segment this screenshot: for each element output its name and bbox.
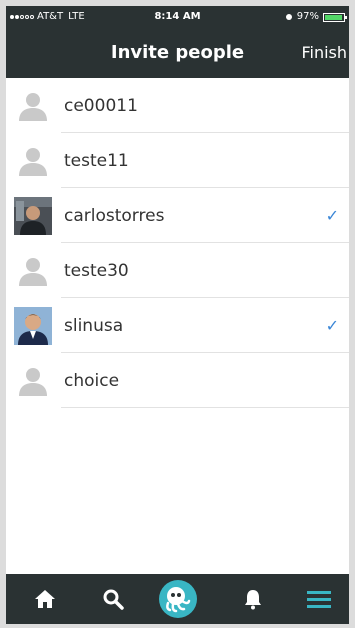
person-name: teste11 [64,150,129,171]
person-row[interactable]: carlostorres ✓ [6,188,349,243]
person-name: slinusa [64,315,124,336]
avatar-placeholder-icon [14,252,52,290]
avatar-photo [14,196,52,235]
home-icon [35,590,55,608]
avatar-placeholder-icon [14,87,52,125]
menu-tab[interactable] [294,574,344,624]
location-icon [285,14,292,20]
home-logo-tab[interactable] [153,574,203,624]
tab-bar [6,574,349,624]
person-row[interactable]: choice [6,353,349,408]
menu-icon [307,591,331,608]
checkmark-icon: ✓ [325,316,339,335]
octopus-logo-icon [159,580,197,618]
person-row[interactable]: teste11 [6,133,349,188]
avatar-placeholder-icon [14,142,52,180]
search-icon [103,589,124,610]
battery-percent: 97% [296,11,319,22]
person-row[interactable]: ce00011 [6,78,349,133]
avatar-photo [14,306,52,345]
checkmark-icon: ✓ [325,206,339,225]
avatar-placeholder-icon [14,362,52,400]
battery-icon [323,12,347,22]
person-row[interactable]: slinusa ✓ [6,298,349,353]
page-title: Invite people [110,42,245,63]
person-name: choice [64,370,120,391]
status-bar: AT&T LTE 8:14 AM 97% [6,6,349,28]
phone-screen: AT&T LTE 8:14 AM 97% Invite people Finis… [6,6,349,624]
person-name: carlostorres [64,205,165,226]
nav-bar: Invite people Finish [6,28,349,78]
status-right: 97% [285,6,347,28]
notifications-tab[interactable] [228,574,278,624]
person-row[interactable]: teste30 [6,243,349,298]
bell-icon [245,590,261,610]
person-name: teste30 [64,260,129,281]
row-divider [61,407,349,408]
search-tab[interactable] [88,574,138,624]
person-name: ce00011 [64,95,138,116]
finish-button[interactable]: Finish [301,28,347,78]
home-tab[interactable] [20,574,70,624]
people-list: ce00011 teste11 carlostorres ✓ teste30 slinus… [6,78,349,408]
